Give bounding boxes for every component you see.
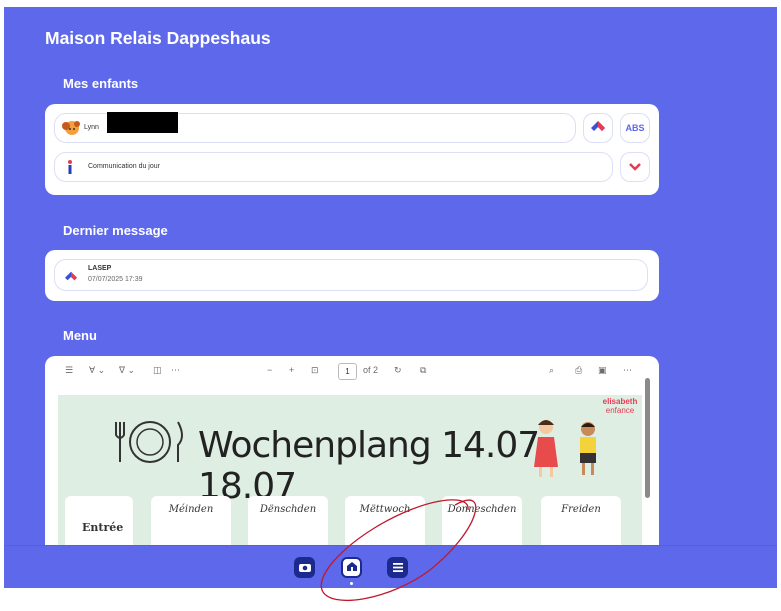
search-icon[interactable]: ⌕ [549,365,554,376]
elisabeth-logo: elisabeth enfance [600,397,640,415]
menu-list-icon [392,559,403,577]
two-page-icon[interactable]: ⧉ [420,365,426,376]
fit-page-icon[interactable]: ⊡ [311,365,319,376]
day-label: Freiden [561,504,601,515]
logo-line1: elisabeth [602,397,638,406]
logo-line2: enfance [605,406,635,415]
section-title-last-message: Dernier message [63,223,168,238]
rotate-icon[interactable]: ↻ [394,365,402,376]
view-icon[interactable]: ◫ [153,365,162,376]
zoom-in-icon[interactable]: + [289,365,294,375]
app-window: Maison Relais Dappeshaus Mes enfants Lyn… [4,7,777,588]
expand-button[interactable] [620,152,650,182]
zoom-out-icon[interactable]: − [267,365,272,375]
day-label: Mëttwoch [359,504,411,515]
day-label: Donneschden [447,504,517,515]
chevron-down-icon [629,158,641,176]
draw-icon[interactable]: ∇ ⌄ [119,365,135,376]
info-icon [67,160,73,179]
menu-button[interactable] [387,557,408,578]
app-title: Maison Relais Dappeshaus [45,28,271,48]
school-roof-icon [590,119,606,138]
more-icon[interactable]: ⋯ [171,365,180,376]
pdf-scrollbar[interactable] [645,378,650,498]
active-indicator [350,582,353,585]
child-name: Lynn [84,124,99,131]
message-row[interactable]: LASEP 07/07/2025 17:39 [54,259,648,291]
home-button[interactable] [341,557,362,578]
redaction-box [107,112,178,133]
child-avatar-icon [61,119,81,142]
message-datetime: 07/07/2025 17:39 [88,276,143,283]
first-row-label: Entrée [82,521,124,534]
more-options-icon[interactable]: ⋯ [623,365,632,376]
section-title-children: Mes enfants [63,76,139,91]
list-icon[interactable]: ☰ [65,365,73,376]
pdf-toolbar: ☰ ∀ ⌄ ∇ ⌄ ◫ ⋯ − + ⊡ 1 of 2 ↻ ⧉ ⌕ ⎙ ▣ ⋯ [45,356,659,390]
highlight-icon[interactable]: ∀ ⌄ [89,365,105,376]
section-title-menu: Menu [63,328,97,343]
communication-row[interactable]: Communication du jour [54,152,613,182]
children-illustration-icon [530,415,610,485]
day-label: Méinden [168,504,214,515]
school-button[interactable] [583,113,613,143]
pdf-page: Wochenplang 14.07- 18.07 elisabeth enfan… [58,395,642,556]
camera-button[interactable] [294,557,315,578]
bottom-navigation [4,545,777,588]
message-sender: LASEP [88,265,112,272]
day-label: Dënschden [259,504,317,515]
home-icon [346,559,358,577]
absence-button[interactable]: ABS [620,113,650,143]
message-card: LASEP 07/07/2025 17:39 [45,250,659,301]
page-total: of 2 [363,365,379,375]
page-number-input[interactable]: 1 [338,363,357,380]
pdf-viewer: ☰ ∀ ⌄ ∇ ⌄ ◫ ⋯ − + ⊡ 1 of 2 ↻ ⧉ ⌕ ⎙ ▣ ⋯ W… [45,356,659,556]
communication-label: Communication du jour [88,163,160,170]
absence-label: ABS [625,123,645,133]
school-roof-icon [64,269,78,287]
save-icon[interactable]: ▣ [598,365,607,376]
print-icon[interactable]: ⎙ [575,365,582,376]
camera-icon [298,559,311,577]
plate-cutlery-icon [114,417,186,472]
